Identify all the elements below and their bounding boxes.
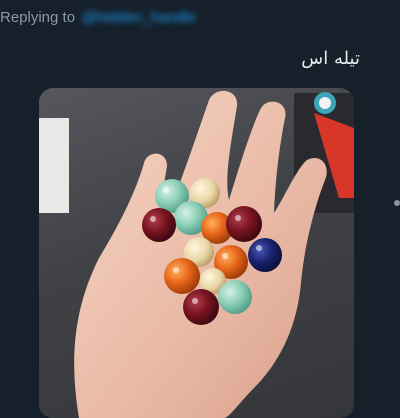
marble — [164, 258, 200, 294]
marble — [142, 208, 176, 242]
marble — [218, 280, 252, 314]
replying-to-line: Replying to @hidden_handle — [0, 9, 196, 26]
tweet-text: تیله اس — [301, 48, 360, 69]
hand-photo — [39, 90, 354, 418]
replying-to-label: Replying to — [0, 9, 76, 26]
tweet-photo[interactable] — [39, 88, 354, 418]
marble — [226, 206, 262, 242]
reply-handle-link[interactable]: @hidden_handle — [82, 9, 196, 26]
marble — [183, 289, 219, 325]
more-indicator[interactable] — [394, 200, 400, 206]
marble — [248, 238, 282, 272]
